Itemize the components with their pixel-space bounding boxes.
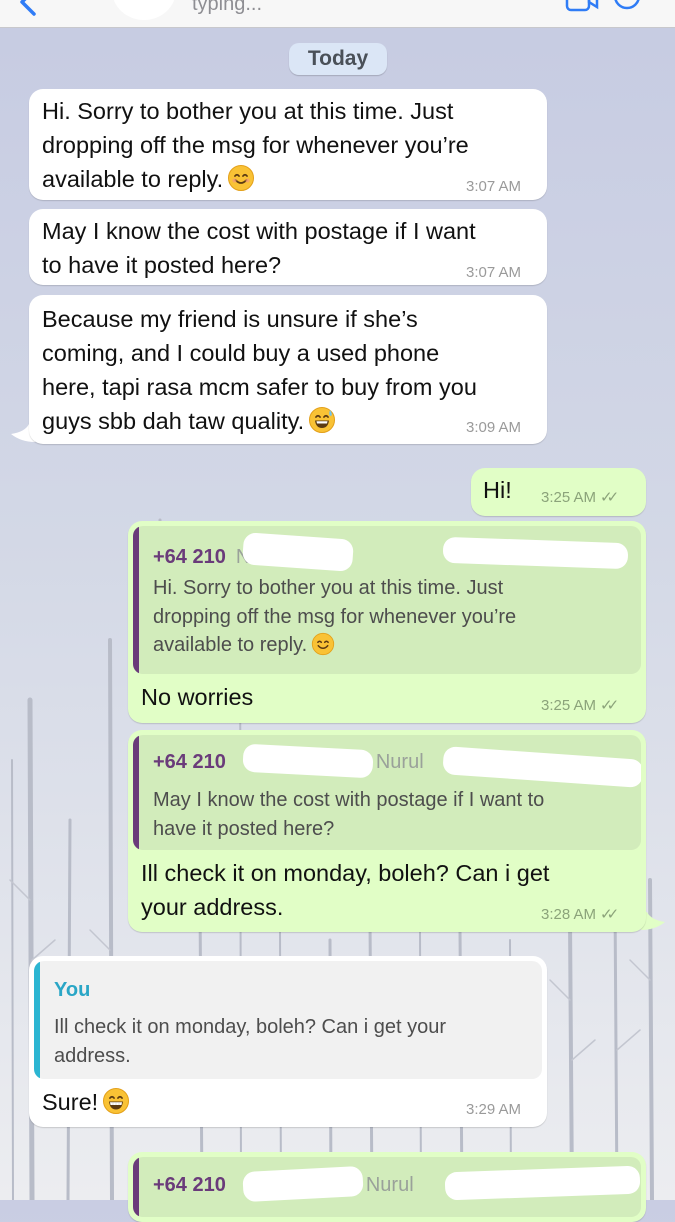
quote-sender: You [54,979,91,1001]
grinning-sweat-icon [308,406,336,434]
quoted-message[interactable]: +64 210Nurul Hi. Sorry to bother you at … [133,526,641,674]
message-text: Because my friend is unsure if she’s com… [42,306,477,434]
redaction-mark [442,746,641,788]
outgoing-reply-message[interactable]: +64 210 Nurul May I know the cost with po… [128,730,646,932]
redaction-mark [242,1165,364,1203]
message-text: Ill check it on monday, boleh? Can i get… [141,860,550,920]
redaction-mark [442,536,629,570]
quote-bar [133,526,139,674]
message-text: May I know the cost with postage if I wa… [42,218,476,278]
quoted-message[interactable]: +64 210 Nurul May I know the cost with po… [133,735,641,850]
double-check-icon: ✓✓ [600,906,619,923]
outgoing-message[interactable]: Hi! 3:25 AM ✓✓ [471,468,646,516]
message-time: 3:25 AM ✓✓ [541,489,619,506]
contact-avatar[interactable] [112,0,176,20]
phone-call-icon[interactable] [612,0,642,21]
message-time: 3:28 AM ✓✓ [541,906,619,923]
message-text: Hi! [483,477,512,503]
message-text: Hi. Sorry to bother you at this time. Ju… [42,98,469,192]
quote-text: Hi. Sorry to bother you at this time. Ju… [153,577,517,656]
incoming-message[interactable]: Hi. Sorry to bother you at this time. Ju… [29,89,547,200]
chat-header: typing... [0,0,675,28]
quote-bar [133,735,139,850]
message-time: 3:09 AM [466,419,522,436]
video-call-icon[interactable] [565,0,599,21]
message-time: 3:29 AM [466,1101,522,1118]
message-time: 3:07 AM [466,264,522,281]
quoted-message[interactable]: You Ill check it on monday, boleh? Can i… [34,961,542,1079]
quote-bar [133,1157,139,1217]
message-text: No worries [141,684,254,710]
date-divider: Today [289,43,387,75]
outgoing-reply-message[interactable]: +64 210Nurul Hi. Sorry to bother you at … [128,521,646,723]
incoming-reply-message[interactable]: You Ill check it on monday, boleh? Can i… [29,956,547,1127]
smiling-face-icon [227,164,255,192]
outgoing-reply-message[interactable]: +64 210 Nurul [128,1152,646,1222]
message-time: 3:25 AM ✓✓ [541,697,619,714]
smiling-face-icon [311,632,335,656]
big-grin-icon [102,1087,130,1115]
back-arrow-icon[interactable] [14,0,44,21]
redaction-mark [444,1165,641,1201]
typing-status: typing... [192,0,263,15]
double-check-icon: ✓✓ [600,697,619,714]
message-time: 3:07 AM [466,178,522,195]
quoted-message[interactable]: +64 210 Nurul [133,1157,641,1217]
incoming-message[interactable]: May I know the cost with postage if I wa… [29,209,547,285]
incoming-message[interactable]: Because my friend is unsure if she’s com… [29,295,547,444]
quote-bar [34,961,40,1079]
quote-text: May I know the cost with postage if I wa… [153,789,545,840]
quote-text: Ill check it on monday, boleh? Can i get… [54,1016,447,1067]
double-check-icon: ✓✓ [600,489,619,506]
message-text: Sure! [42,1085,130,1119]
